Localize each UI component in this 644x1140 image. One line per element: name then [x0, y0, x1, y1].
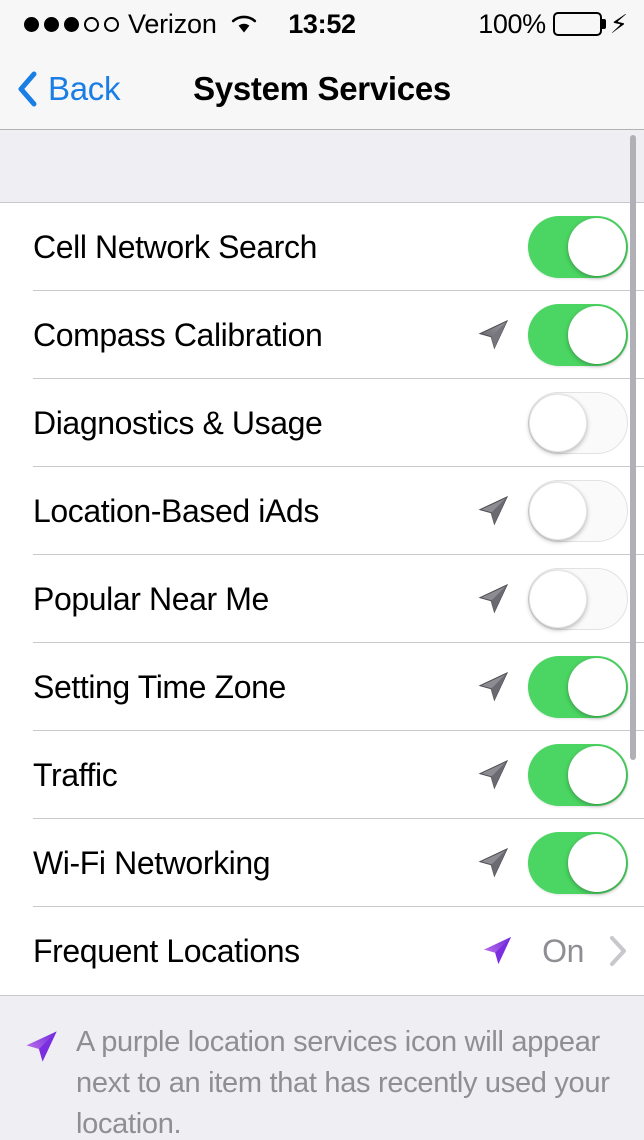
location-arrow-slot [470, 494, 516, 528]
location-arrow-purple-icon [480, 934, 514, 968]
location-arrow-slot [470, 846, 516, 880]
toggle-switch-cell-network-search[interactable] [528, 216, 628, 278]
toggle-switch-wifi-networking[interactable] [528, 832, 628, 894]
location-arrow-grey-icon [476, 758, 510, 792]
signal-dot-filled [64, 17, 79, 32]
navigation-bar: Back System Services [0, 48, 644, 130]
location-arrow-slot [470, 670, 516, 704]
toggle-knob [568, 834, 626, 892]
page-title: System Services [0, 70, 644, 108]
list-row-cell-network-search[interactable]: Cell Network Search [0, 203, 644, 291]
signal-dot-empty [84, 17, 99, 32]
lightning-bolt-icon: ⚡ [610, 11, 628, 37]
row-accessories [470, 480, 628, 542]
battery-percent-label: 100% [478, 9, 545, 40]
row-accessories [470, 392, 628, 454]
toggle-knob [529, 570, 587, 628]
list-row-popular-near-me[interactable]: Popular Near Me [0, 555, 644, 643]
location-arrow-slot [470, 582, 516, 616]
row-accessories: On [474, 933, 628, 970]
list-row-frequent-locations[interactable]: Frequent Locations [0, 907, 644, 995]
battery-nub [602, 19, 606, 29]
wifi-icon [229, 13, 259, 35]
list-row-compass-calibration[interactable]: Compass Calibration [0, 291, 644, 379]
status-bar-left: Verizon [16, 9, 322, 40]
toggle-knob [568, 658, 626, 716]
toggle-switch-traffic[interactable] [528, 744, 628, 806]
toggle-switch-location-based-iads[interactable] [528, 480, 628, 542]
footer-note: A purple location services icon will app… [0, 995, 644, 1140]
row-label: Popular Near Me [33, 581, 470, 618]
row-label: Traffic [33, 757, 470, 794]
footer-note-text: A purple location services icon will app… [76, 1022, 616, 1140]
settings-scroll-view[interactable]: Cell Network Search Compass Calibration [0, 130, 644, 1140]
toggle-knob [529, 482, 587, 540]
location-arrow-grey-icon [476, 582, 510, 616]
row-value-frequent-locations: On [542, 933, 584, 970]
row-label: Location-Based iAds [33, 493, 470, 530]
row-label: Frequent Locations [33, 933, 474, 970]
battery-icon [553, 12, 602, 36]
location-arrow-grey-icon [476, 846, 510, 880]
list-row-diagnostics-usage[interactable]: Diagnostics & Usage [0, 379, 644, 467]
status-bar: Verizon 13:52 100% ⚡ [0, 0, 644, 48]
status-bar-right: 100% ⚡ [322, 9, 628, 40]
list-row-location-based-iads[interactable]: Location-Based iAds [0, 467, 644, 555]
location-arrow-grey-icon [476, 670, 510, 704]
location-arrow-grey-icon [476, 318, 510, 352]
row-accessories [470, 304, 628, 366]
row-accessories [470, 568, 628, 630]
row-accessories [470, 832, 628, 894]
group-header-spacer [0, 130, 644, 203]
location-arrow-slot [474, 934, 520, 968]
row-label: Cell Network Search [33, 229, 470, 266]
chevron-right-icon [608, 935, 628, 967]
toggle-knob [529, 394, 587, 452]
row-label: Setting Time Zone [33, 669, 470, 706]
signal-strength-dots [24, 17, 119, 32]
list-row-traffic[interactable]: Traffic [0, 731, 644, 819]
signal-dot-filled [44, 17, 59, 32]
signal-dot-empty [104, 17, 119, 32]
row-label: Diagnostics & Usage [33, 405, 470, 442]
signal-dot-filled [24, 17, 39, 32]
row-label: Compass Calibration [33, 317, 470, 354]
carrier-name: Verizon [128, 9, 217, 40]
toggle-knob [568, 306, 626, 364]
purple-location-arrow-icon [22, 1028, 60, 1066]
vertical-scrollbar[interactable] [630, 135, 636, 760]
toggle-switch-compass-calibration[interactable] [528, 304, 628, 366]
toggle-knob [568, 218, 626, 276]
row-accessories [470, 216, 628, 278]
row-accessories [470, 656, 628, 718]
phone-screen: Verizon 13:52 100% ⚡ [0, 0, 644, 1140]
toggle-switch-popular-near-me[interactable] [528, 568, 628, 630]
location-arrow-grey-icon [476, 494, 510, 528]
list-row-wifi-networking[interactable]: Wi-Fi Networking [0, 819, 644, 907]
toggle-switch-setting-time-zone[interactable] [528, 656, 628, 718]
location-arrow-slot [470, 318, 516, 352]
location-arrow-slot [470, 758, 516, 792]
list-row-setting-time-zone[interactable]: Setting Time Zone [0, 643, 644, 731]
row-accessories [470, 744, 628, 806]
toggle-knob [568, 746, 626, 804]
toggle-switch-diagnostics-usage[interactable] [528, 392, 628, 454]
system-services-list: Cell Network Search Compass Calibration [0, 203, 644, 995]
row-label: Wi-Fi Networking [33, 845, 470, 882]
